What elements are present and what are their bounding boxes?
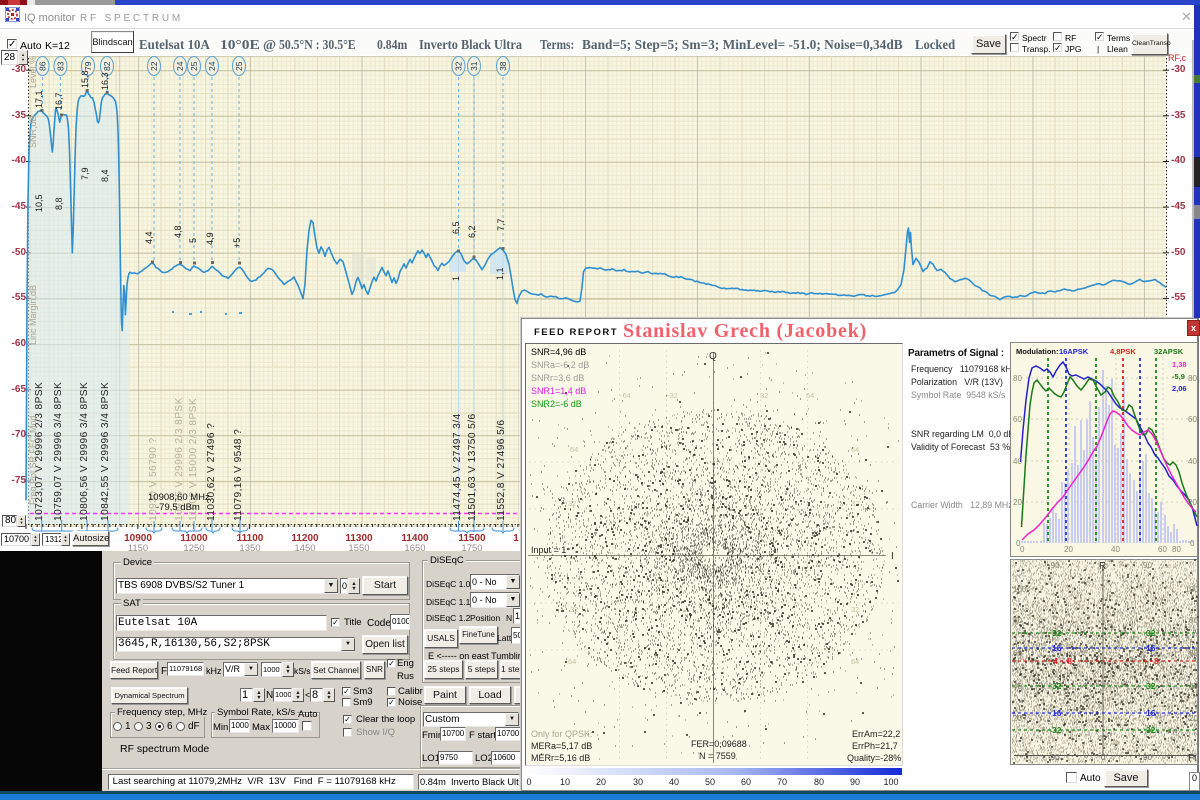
svg-text:16APSK: 16APSK bbox=[1059, 347, 1089, 356]
svg-text:4: 4 bbox=[1053, 656, 1058, 666]
svg-text:40: 40 bbox=[1111, 545, 1120, 554]
svg-text:20: 20 bbox=[1064, 545, 1073, 554]
svg-text:90: 90 bbox=[1143, 753, 1152, 762]
svg-text:80: 80 bbox=[1188, 374, 1197, 383]
svg-text:32: 32 bbox=[1146, 725, 1156, 735]
svg-text:8: 8 bbox=[1154, 656, 1159, 666]
svg-text:20: 20 bbox=[1013, 498, 1022, 507]
svg-text:40: 40 bbox=[1013, 457, 1022, 466]
svg-text:40: 40 bbox=[1013, 682, 1022, 691]
svg-text:80: 80 bbox=[1172, 545, 1181, 554]
svg-text:100: 100 bbox=[1013, 585, 1027, 594]
svg-text:R: R bbox=[1099, 561, 1106, 572]
svg-text:-90: -90 bbox=[1048, 561, 1060, 570]
svg-text:80: 80 bbox=[1013, 374, 1022, 383]
svg-text:0: 0 bbox=[1020, 545, 1025, 554]
svg-text:60: 60 bbox=[1013, 649, 1022, 658]
svg-text:60: 60 bbox=[1013, 415, 1022, 424]
svg-text:+: + bbox=[1143, 656, 1148, 666]
svg-text:4,8PSK: 4,8PSK bbox=[1110, 347, 1136, 356]
svg-text:100: 100 bbox=[1185, 585, 1199, 594]
svg-text:80: 80 bbox=[1189, 616, 1198, 625]
svg-text:60: 60 bbox=[1188, 415, 1197, 424]
svg-text:16: 16 bbox=[1146, 643, 1156, 653]
svg-text:0: 0 bbox=[1190, 539, 1195, 548]
svg-text:20: 20 bbox=[1188, 498, 1197, 507]
svg-text:60: 60 bbox=[1158, 545, 1167, 554]
svg-text:16: 16 bbox=[1052, 643, 1062, 653]
svg-text:60: 60 bbox=[1189, 649, 1198, 658]
svg-text:-5,9: -5,9 bbox=[1172, 372, 1185, 381]
svg-text:90: 90 bbox=[1143, 561, 1152, 570]
svg-text:32: 32 bbox=[1146, 681, 1156, 691]
svg-text:32: 32 bbox=[1052, 681, 1062, 691]
svg-text:16: 16 bbox=[1146, 708, 1156, 718]
svg-text:20: 20 bbox=[1013, 714, 1022, 723]
svg-text:40: 40 bbox=[1189, 682, 1198, 691]
svg-text:16: 16 bbox=[1052, 708, 1062, 718]
svg-text:1,38: 1,38 bbox=[1172, 360, 1187, 369]
svg-text:32: 32 bbox=[1052, 628, 1062, 638]
svg-text:2,06: 2,06 bbox=[1172, 384, 1187, 393]
svg-text:0: 0 bbox=[1101, 753, 1106, 762]
svg-text:- 8: - 8 bbox=[1062, 656, 1072, 666]
svg-text:32: 32 bbox=[1052, 725, 1062, 735]
svg-text:32APSK: 32APSK bbox=[1154, 347, 1184, 356]
svg-text:40: 40 bbox=[1188, 457, 1197, 466]
svg-text:Fi: Fi bbox=[1188, 753, 1196, 764]
svg-text:80: 80 bbox=[1013, 616, 1022, 625]
svg-text:20: 20 bbox=[1189, 714, 1198, 723]
svg-text:32: 32 bbox=[1146, 628, 1156, 638]
svg-text:-90: -90 bbox=[1048, 753, 1060, 762]
svg-text:Modulation:: Modulation: bbox=[1016, 347, 1059, 356]
